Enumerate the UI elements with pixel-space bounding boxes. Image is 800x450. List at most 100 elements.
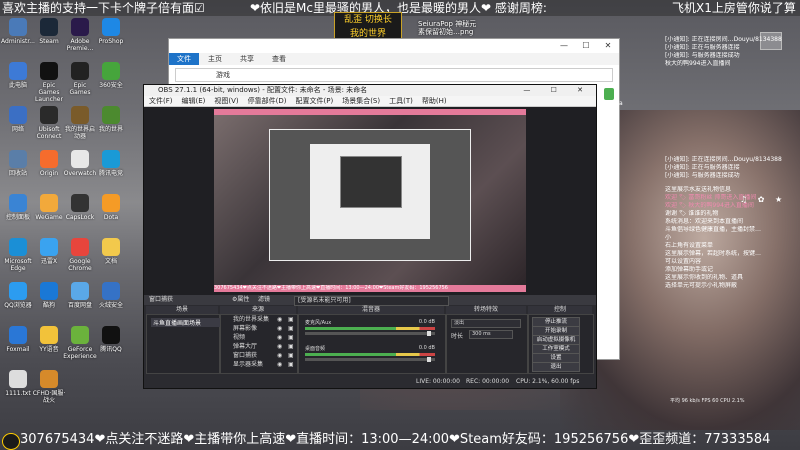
obs-titlebar[interactable]: OBS 27.1.1 (64-bit, windows) - 配置文件: 未命名… — [144, 85, 596, 96]
desktop-icon[interactable]: 1111.txt — [1, 370, 35, 397]
tab-share[interactable]: 共享 — [231, 53, 263, 65]
obs-menu-item[interactable]: 帮助(H) — [422, 96, 447, 106]
desktop-icon[interactable]: CFHD·国服·战火 — [32, 370, 66, 404]
desktop-icon[interactable]: Steam — [32, 18, 66, 45]
lock-icon[interactable]: ▣ — [288, 315, 294, 324]
lock-icon[interactable]: ▣ — [288, 342, 294, 351]
desktop-icon[interactable]: Microsoft Edge — [1, 238, 35, 272]
desktop-icon[interactable]: Adobe Premie... — [63, 18, 97, 52]
source-item[interactable]: 视频 ◉ ▣ — [221, 333, 297, 342]
desktop-file-label[interactable]: SeiuraPop 神秘元素保留初始…png — [418, 20, 478, 36]
obs-menu-item[interactable]: 编辑(E) — [182, 96, 206, 106]
desktop-icon[interactable]: Ubisoft Connect — [32, 106, 66, 140]
desktop-icon[interactable]: GeForce Experience — [63, 326, 97, 360]
desktop-icon[interactable]: 控制面板 — [1, 194, 35, 221]
desktop-icon-label: 酷狗 — [42, 302, 55, 309]
desktop-icon[interactable]: 网络 — [1, 106, 35, 133]
desktop-icon[interactable]: 腾讯QQ — [94, 326, 128, 353]
desktop-icon[interactable]: Administr... — [1, 18, 35, 45]
desktop-icon[interactable]: 腾讯电竞 — [94, 150, 128, 177]
eye-icon[interactable]: ◉ — [277, 342, 282, 351]
obs-menu-item[interactable]: 视图(V) — [214, 96, 238, 106]
mixer-track-name: 桌面音频 — [305, 346, 326, 352]
desktop-icon[interactable]: ProShop — [94, 18, 128, 45]
source-item-label: 屏幕影像 — [233, 325, 258, 332]
obs-menu-item[interactable]: 停靠部件(D) — [248, 96, 287, 106]
transition-select[interactable]: 淡出 — [451, 319, 521, 328]
source-item[interactable]: 我的世界采集 ◉ ▣ — [221, 315, 297, 324]
desktop-icon[interactable]: YY语音 — [32, 326, 66, 353]
desktop-icon[interactable]: 360安全 — [94, 62, 128, 89]
close-icon[interactable]: ✕ — [597, 39, 619, 53]
eye-icon[interactable]: ◉ — [277, 333, 282, 342]
desktop-icon[interactable]: Origin — [32, 150, 66, 177]
obs-menu-item[interactable]: 文件(F) — [149, 96, 173, 106]
explorer-titlebar[interactable]: — ☐ ✕ — [169, 39, 619, 53]
eye-icon[interactable]: ◉ — [277, 324, 282, 333]
tab-home[interactable]: 主页 — [199, 53, 231, 65]
scene-item[interactable]: 斗鱼直播画面场景 — [151, 318, 223, 327]
app-icon — [40, 282, 58, 300]
eye-icon[interactable]: ◉ — [277, 315, 282, 324]
sources-dock[interactable]: 我的世界采集 ◉ ▣ 屏幕影像 ◉ ▣ 视频 ◉ ▣ 弹幕大厅 ◉ ▣ 窗口捕获 ◉ ▣ 显示器采集 ◉ ▣ — [220, 314, 298, 374]
tab-file[interactable]: 文件 — [169, 53, 199, 65]
desktop-icon[interactable]: 酷狗 — [32, 282, 66, 309]
minimize-icon[interactable]: — — [553, 39, 575, 53]
desktop-icon[interactable]: 我的世界启动器 — [63, 106, 97, 140]
tab-view[interactable]: 查看 — [263, 53, 295, 65]
mixer-track-mic[interactable]: 麦克风/Aux 0.0 dB — [305, 319, 435, 336]
lock-icon[interactable]: ▣ — [288, 324, 294, 333]
desktop-icon[interactable]: Dota — [94, 194, 128, 221]
desktop-icon[interactable]: WeGame — [32, 194, 66, 221]
lock-icon[interactable]: ▣ — [288, 333, 294, 342]
maximize-icon[interactable]: ☐ — [575, 39, 597, 53]
properties-button[interactable]: ⚙属性 — [232, 295, 249, 305]
controls-dock[interactable]: 停止推流 开始录制 启动虚拟摄像机 工作室模式 设置 退出 — [528, 314, 594, 374]
source-item[interactable]: 显示器采集 ◉ ▣ — [221, 360, 297, 369]
desktop-icon[interactable]: 回收站 — [1, 150, 35, 177]
volume-slider[interactable] — [305, 331, 435, 336]
obs-menu-item[interactable]: 工具(T) — [389, 96, 413, 106]
desktop-icon[interactable]: Overwatch — [63, 150, 97, 177]
desktop-icon[interactable]: 百度网盘 — [63, 282, 97, 309]
chat-toolbar-icons[interactable]: ♫ ✿ ★ — [740, 195, 786, 204]
control-button[interactable]: 退出 — [532, 362, 580, 372]
lock-icon[interactable]: ▣ — [288, 351, 294, 360]
desktop-icon[interactable]: QQ浏览器 — [1, 282, 35, 309]
obs-menu-item[interactable]: 场景集合(S) — [342, 96, 380, 106]
eye-icon[interactable]: ◉ — [277, 360, 282, 369]
slider-knob[interactable] — [427, 331, 431, 336]
desktop-icon[interactable]: 文档 — [94, 238, 128, 265]
volume-slider[interactable] — [305, 357, 435, 362]
source-item[interactable]: 窗口捕获 ◉ ▣ — [221, 351, 297, 360]
slider-knob[interactable] — [427, 357, 431, 362]
scenes-dock[interactable]: 斗鱼直播画面场景 — [146, 314, 223, 374]
desktop-icon[interactable]: 火绒安全 — [94, 282, 128, 309]
explorer-address-bar[interactable]: 游戏 — [175, 68, 613, 82]
desktop-icon[interactable]: Google Chrome — [63, 238, 97, 272]
desktop-icon[interactable]: 迅雷X — [32, 238, 66, 265]
filters-button[interactable]: 滤镜 — [258, 295, 270, 305]
transition-duration-input[interactable]: 300 ms — [469, 330, 513, 339]
obs-preview-canvas[interactable]: 307675434❤点关注不迷路❤主播带你上高速❤直播时间：13:00—24:0… — [214, 109, 526, 292]
lock-icon[interactable]: ▣ — [288, 360, 294, 369]
source-item[interactable]: 弹幕大厅 ◉ ▣ — [221, 342, 297, 351]
mixer-track-desktop[interactable]: 桌面音频 0.0 dB — [305, 345, 435, 362]
mixer-dock[interactable]: 麦克风/Aux 0.0 dB 桌面音频 0.0 dB — [298, 314, 446, 374]
obs-window[interactable]: OBS 27.1.1 (64-bit, windows) - 配置文件: 未命名… — [143, 84, 597, 389]
app-icon — [71, 18, 89, 36]
obs-menu-item[interactable]: 配置文件(P) — [296, 96, 334, 106]
obs-preview-area[interactable]: 307675434❤点关注不迷路❤主播带你上高速❤直播时间：13:00—24:0… — [144, 107, 596, 295]
desktop-icon[interactable]: 此电脑 — [1, 62, 35, 89]
source-item[interactable]: 屏幕影像 ◉ ▣ — [221, 324, 297, 333]
eye-icon[interactable]: ◉ — [277, 351, 282, 360]
desktop-icon-label: ProShop — [98, 38, 124, 45]
desktop-icon[interactable]: Foxmail — [1, 326, 35, 353]
transitions-dock[interactable]: 淡出 时长 300 ms — [446, 314, 528, 374]
desktop-icon[interactable]: 我的世界 — [94, 106, 128, 133]
desktop-icon[interactable]: CapsLock — [63, 194, 97, 221]
obs-window-controls[interactable]: — ☐ ✕ — [523, 85, 592, 96]
desktop-icon[interactable]: Epic Games Launcher — [32, 62, 66, 103]
mixer-dock-header: 混音器 — [298, 306, 444, 314]
desktop-icon[interactable]: Epic Games — [63, 62, 97, 96]
